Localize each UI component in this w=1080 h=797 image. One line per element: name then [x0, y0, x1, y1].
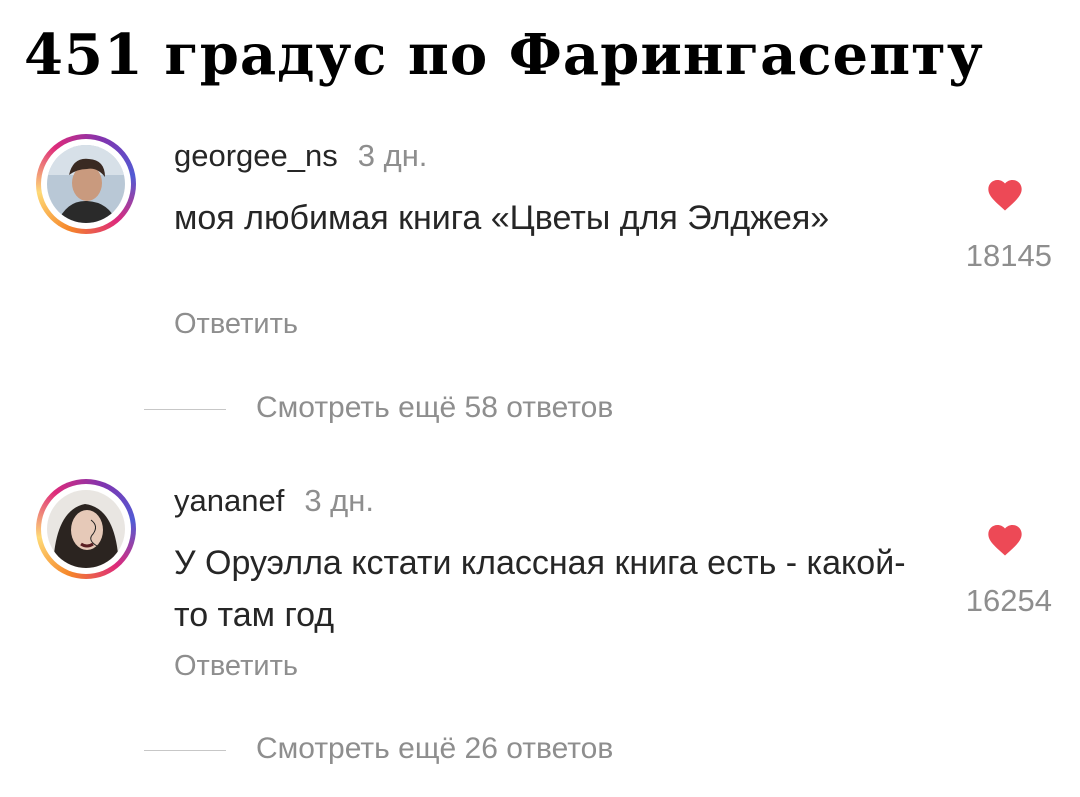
- meme-headline: 451 градус по Фарингасепту: [24, 22, 984, 88]
- divider: [144, 749, 226, 751]
- comment-time: 3 дн.: [304, 483, 375, 518]
- avatar[interactable]: [36, 479, 136, 579]
- heart-icon[interactable]: [985, 520, 1025, 560]
- heart-icon[interactable]: [985, 175, 1025, 215]
- username[interactable]: georgee_ns: [174, 138, 338, 173]
- avatar[interactable]: [36, 134, 136, 234]
- like-count: 18145: [965, 238, 1052, 273]
- comment-text: У Оруэлла кстати классная книга есть - к…: [174, 544, 906, 634]
- view-more-replies-label: Смотреть ещё 58 ответов: [256, 391, 614, 424]
- comment-time: 3 дн.: [357, 138, 428, 173]
- divider: [144, 408, 226, 410]
- avatar-photo: [47, 490, 125, 568]
- like-count: 16254: [965, 583, 1052, 618]
- comment-meta: yananef 3 дн.: [174, 483, 374, 519]
- username[interactable]: yananef: [174, 483, 284, 518]
- avatar-photo: [47, 145, 125, 223]
- view-more-replies-label: Смотреть ещё 26 ответов: [256, 732, 614, 765]
- reply-button[interactable]: Ответить: [174, 650, 298, 683]
- reply-button[interactable]: Ответить: [174, 308, 298, 341]
- view-more-replies-button[interactable]: Смотреть ещё 26 ответов: [144, 732, 613, 766]
- comment-meta: georgee_ns 3 дн.: [174, 138, 427, 174]
- comment-text: моя любимая книга «Цветы для Элджея»: [174, 199, 830, 237]
- view-more-replies-button[interactable]: Смотреть ещё 58 ответов: [144, 391, 613, 425]
